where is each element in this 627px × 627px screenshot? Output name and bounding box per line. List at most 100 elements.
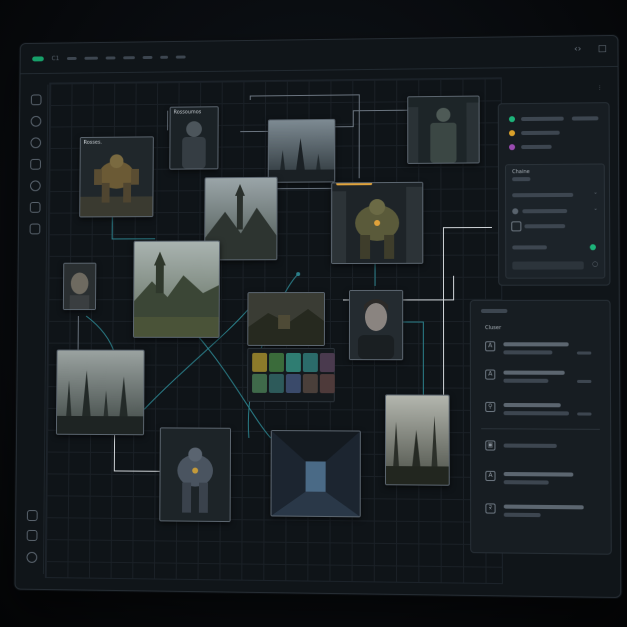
- color-swatch[interactable]: [286, 374, 301, 393]
- legend-dot: [509, 130, 515, 136]
- layer-tool-icon[interactable]: [30, 202, 41, 213]
- share-icon[interactable]: ⫂: [485, 503, 495, 513]
- shape-tool-icon[interactable]: [30, 180, 41, 191]
- field-bar[interactable]: [524, 224, 565, 228]
- panel-toggle-icon[interactable]: ⋮: [597, 85, 602, 91]
- image-node-city[interactable]: [268, 119, 336, 183]
- crop-tool-icon[interactable]: [30, 159, 41, 170]
- image-node-city-large[interactable]: [56, 350, 145, 436]
- legend-dot: [509, 144, 515, 150]
- color-swatch[interactable]: [320, 353, 335, 372]
- image-node-soldier[interactable]: Rossoumos: [169, 106, 218, 169]
- node-caption: Rosses.: [84, 140, 102, 146]
- row-value: [577, 412, 591, 415]
- chevron-down-icon[interactable]: ⌄: [593, 190, 597, 196]
- help-icon[interactable]: [26, 552, 37, 563]
- node-caption: Rossoumos: [174, 109, 202, 115]
- image-tool-icon[interactable]: [30, 224, 41, 235]
- legend-value: [572, 116, 599, 120]
- mech-thumbnail: [80, 137, 153, 216]
- search-icon[interactable]: ⚲: [485, 402, 495, 412]
- image-node-city-spires[interactable]: [385, 394, 450, 485]
- font-icon[interactable]: A: [485, 370, 495, 380]
- image-node-mech[interactable]: Rosses.: [79, 136, 154, 217]
- export-icon[interactable]: [27, 530, 38, 541]
- village-thumbnail: [248, 293, 324, 345]
- color-swatch[interactable]: [252, 353, 267, 372]
- image-node-portrait[interactable]: [349, 290, 403, 360]
- collapse-icon[interactable]: ‹›: [573, 44, 583, 54]
- tab-placeholder[interactable]: [67, 56, 77, 59]
- settings-icon[interactable]: [27, 510, 38, 521]
- crop-icon[interactable]: ▣: [485, 440, 495, 450]
- row-sublabel: [503, 350, 552, 354]
- legend-label: [521, 117, 564, 121]
- tab-label[interactable]: C1: [51, 55, 59, 62]
- color-swatch[interactable]: [269, 353, 284, 372]
- color-swatch[interactable]: [269, 374, 284, 393]
- image-node-mech-amber[interactable]: [331, 182, 423, 264]
- image-node-mech-blue[interactable]: [159, 427, 231, 522]
- chain-section: Chaine ⌄ ⌄ ◯: [505, 163, 605, 278]
- font-icon[interactable]: A: [485, 471, 495, 481]
- tab-placeholder[interactable]: [176, 55, 186, 58]
- legend-dot: [509, 116, 515, 122]
- chevron-down-icon[interactable]: ⌄: [593, 206, 597, 212]
- mech-blue-thumbnail: [160, 428, 230, 521]
- field-bar[interactable]: [512, 193, 573, 197]
- node-tool-icon[interactable]: [30, 137, 41, 148]
- image-node-knight[interactable]: [407, 96, 479, 164]
- toggle-indicator[interactable]: [590, 244, 596, 250]
- panel-icon[interactable]: □: [597, 44, 607, 54]
- row-sublabel: [503, 379, 548, 383]
- row-sublabel: [504, 513, 541, 517]
- corridor-thumbnail: [271, 431, 359, 516]
- row-label: [504, 403, 561, 407]
- titlebar: C1 ‹› □: [21, 36, 618, 74]
- tab-placeholder[interactable]: [123, 56, 135, 59]
- face-thumbnail: [64, 264, 96, 309]
- radio-icon[interactable]: [512, 208, 518, 214]
- color-swatch[interactable]: [303, 374, 318, 393]
- legend-label: [521, 145, 551, 149]
- row-value: [577, 351, 591, 354]
- soldier-thumbnail: [170, 107, 217, 168]
- color-swatch[interactable]: [286, 353, 301, 372]
- image-node-landscape[interactable]: [133, 241, 220, 338]
- row-sublabel: [504, 411, 569, 415]
- mech-amber-thumbnail: [332, 183, 422, 263]
- layer-icon[interactable]: [511, 221, 521, 231]
- section-title: Cluser: [485, 325, 501, 331]
- row-value: [577, 380, 591, 383]
- city-thumbnail: [269, 120, 335, 182]
- tab-placeholder[interactable]: [106, 56, 116, 59]
- font-icon[interactable]: A: [485, 341, 495, 351]
- field-bar[interactable]: [522, 209, 567, 213]
- field-label: [512, 245, 547, 249]
- tab-placeholder[interactable]: [143, 55, 153, 58]
- select-tool-icon[interactable]: [31, 94, 42, 105]
- input-field[interactable]: [512, 261, 583, 269]
- color-swatch[interactable]: [252, 374, 267, 393]
- legend-label: [521, 131, 560, 135]
- color-palette: [247, 348, 335, 402]
- section-title: Chaine: [512, 169, 530, 175]
- brush-tool-icon[interactable]: [31, 116, 42, 127]
- image-node-village[interactable]: [247, 292, 325, 346]
- panel-title: [481, 309, 507, 313]
- color-swatch[interactable]: [303, 353, 318, 372]
- tool-sidebar: [21, 85, 48, 574]
- layers-panel: Cluser A A ⚲ ▣ A ⫂: [470, 300, 612, 555]
- image-node-corridor[interactable]: [270, 430, 360, 517]
- progress-indicator: [336, 182, 372, 185]
- eye-icon[interactable]: ◯: [592, 261, 598, 267]
- tab-placeholder[interactable]: [84, 56, 98, 59]
- image-node-face[interactable]: [63, 263, 96, 310]
- tab-placeholder[interactable]: [160, 55, 168, 58]
- row-label: [503, 371, 564, 375]
- row-label: [504, 472, 574, 477]
- city-large-thumbnail: [57, 351, 144, 435]
- landscape-thumbnail: [134, 242, 219, 337]
- color-swatch[interactable]: [320, 374, 335, 393]
- portrait-thumbnail: [350, 291, 402, 359]
